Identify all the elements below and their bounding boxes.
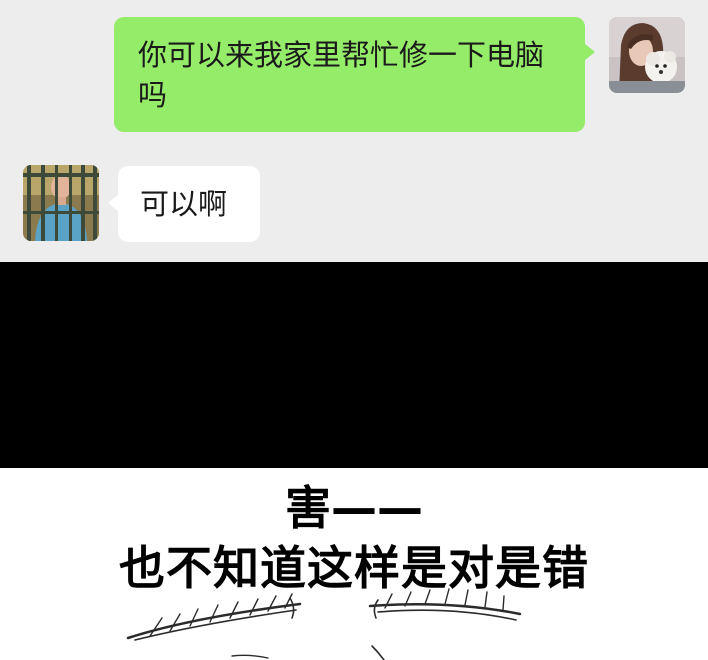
other-message-text: 可以啊 [140, 187, 228, 221]
my-message-bubble[interactable]: 你可以来我家里帮忙修一下电脑吗 [114, 17, 595, 132]
black-divider-panel [0, 262, 708, 468]
other-message-bubble[interactable]: 可以啊 [108, 166, 260, 242]
meme-panel: 害—— 也不知道这样是对是错 [0, 468, 708, 660]
my-message-text: 你可以来我家里帮忙修一下电脑吗 [138, 38, 545, 112]
man-behind-bars-avatar-icon[interactable] [23, 165, 99, 241]
chat-conversation: 你可以来我家里帮忙修一下电脑吗 可以啊 [0, 0, 708, 262]
eyebrows-sketch-icon [126, 588, 522, 660]
girl-with-puppy-avatar-icon[interactable] [609, 17, 685, 93]
